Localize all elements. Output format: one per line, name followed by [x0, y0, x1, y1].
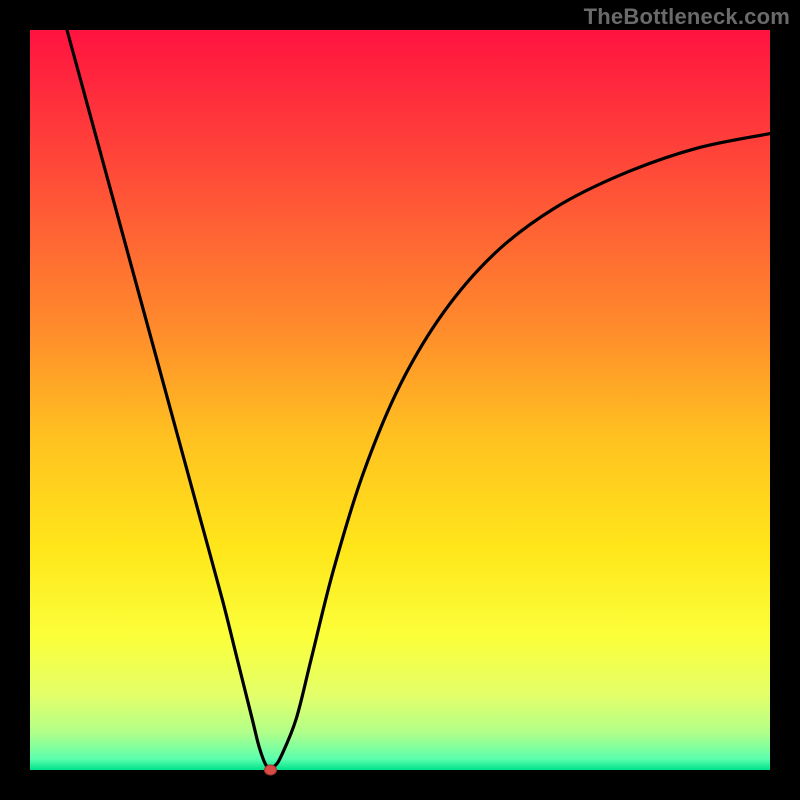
plot-area-bg: [30, 30, 770, 770]
bottleneck-chart: [0, 0, 800, 800]
min-marker: [265, 765, 277, 775]
chart-wrapper: { "watermark": "TheBottleneck.com", "col…: [0, 0, 800, 800]
watermark-text: TheBottleneck.com: [584, 4, 790, 30]
